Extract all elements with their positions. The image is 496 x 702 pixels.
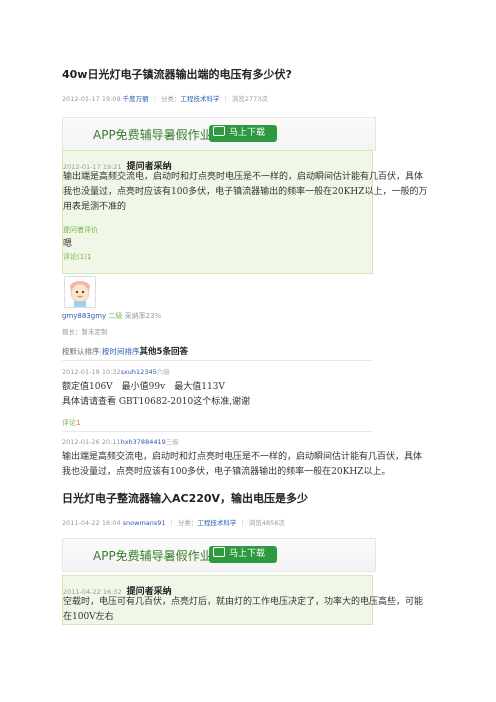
best-answer-box: 2011-04-22 16:32 提问者采纳 空载时，电压可有几百伏，点亮灯后，… [62, 575, 423, 625]
answerer-info: gmy883gmy 二级 采纳率23% [62, 311, 161, 321]
answer-meta: 2012-01-18 10:32sxuh12345六级 [62, 368, 170, 376]
answerer-expertise: 擅长：暂未定制 [62, 328, 108, 336]
answerer-avatar[interactable] [64, 276, 96, 308]
asker-link[interactable]: snowmans91 [123, 519, 166, 527]
best-answer-text: 输出端是高频交流电，启动时和灯点亮时电压是不一样的，启动瞬间估计能有几百伏，具体… [63, 172, 428, 212]
banner-text: APP免费辅导暑假作业 [93, 128, 212, 142]
divider [62, 360, 373, 361]
answerer-level: 二级 [108, 312, 123, 320]
answer-meta: 2012-01-26 20:11hxh37884419三级 [62, 438, 179, 446]
accept-rate: 采纳率23% [124, 312, 162, 320]
download-button[interactable]: 马上下载 [209, 125, 277, 142]
banner-text: APP免费辅导暑假作业 [93, 549, 212, 563]
view-count: 浏览2773次 [231, 95, 268, 103]
answerer-link[interactable]: gmy883gmy [62, 312, 106, 320]
answer-text: 额定值106V 最小值99v 最大值113V 具体请请查看 GBT10682-2… [62, 382, 251, 407]
category-label: 分类： [161, 95, 181, 103]
asker-eval: 嗯 [63, 239, 73, 249]
answerer-link[interactable]: sxuh12345 [121, 368, 157, 376]
view-count: 浏览4858次 [248, 519, 285, 527]
sort-bar: 按默认排序|按时间排序其他5条回答 [62, 347, 188, 357]
download-button[interactable]: 马上下载 [209, 546, 277, 563]
best-answer-box: 2012-01-17 19:21 提问者采纳 输出端是高频交流电，启动时和灯点亮… [62, 150, 427, 274]
asker-eval-label: 提问者评价 [63, 226, 98, 234]
question-meta: 2011-04-22 16:04 snowmans91 | 分类：工程技术科学 … [62, 519, 285, 527]
phone-icon [213, 126, 225, 136]
answerer-link[interactable]: hxh37884419 [121, 438, 166, 446]
answer-text: 输出端是高频交流电，启动时和灯点亮时电压是不一样的，启动瞬间估计能有几百伏，具体… [62, 452, 423, 477]
app-download-banner[interactable]: APP免费辅导暑假作业 马上下载 [62, 117, 376, 151]
other-answers-count: 其他5条回答 [139, 347, 188, 357]
download-button-label: 马上下载 [229, 128, 266, 138]
category-link[interactable]: 工程技术科学 [197, 519, 236, 527]
divider [62, 431, 373, 432]
app-download-banner[interactable]: APP免费辅导暑假作业 马上下载 [62, 538, 376, 572]
question-title[interactable]: 40w日光灯电子镇流器输出端的电压有多少伏? [62, 66, 292, 82]
asker-link[interactable]: 千度万丽 [123, 95, 149, 103]
question-meta: 2012-01-17 19:09 千度万丽 | 分类：工程技术科学 | 浏览27… [62, 95, 268, 103]
sort-default[interactable]: 按默认排序 [62, 347, 100, 356]
best-answer-text: 空载时，电压可有几百伏，点亮灯后，就由灯的工作电压决定了，功率大的电压高些，可能… [63, 597, 424, 622]
comment-link[interactable]: 评论(1)1 [63, 252, 91, 262]
comment-link[interactable]: 评论1 [62, 418, 80, 428]
question-date: 2012-01-17 19:09 [62, 95, 121, 103]
download-button-label: 马上下载 [229, 549, 266, 559]
avatar-face-icon [65, 277, 95, 307]
phone-icon [213, 547, 225, 557]
related-question-title[interactable]: 日光灯电子整流器输入AC220V，输出电压是多少 [62, 490, 308, 506]
category-link[interactable]: 工程技术科学 [181, 95, 220, 103]
sort-by-time[interactable]: 按时间排序 [102, 347, 140, 356]
